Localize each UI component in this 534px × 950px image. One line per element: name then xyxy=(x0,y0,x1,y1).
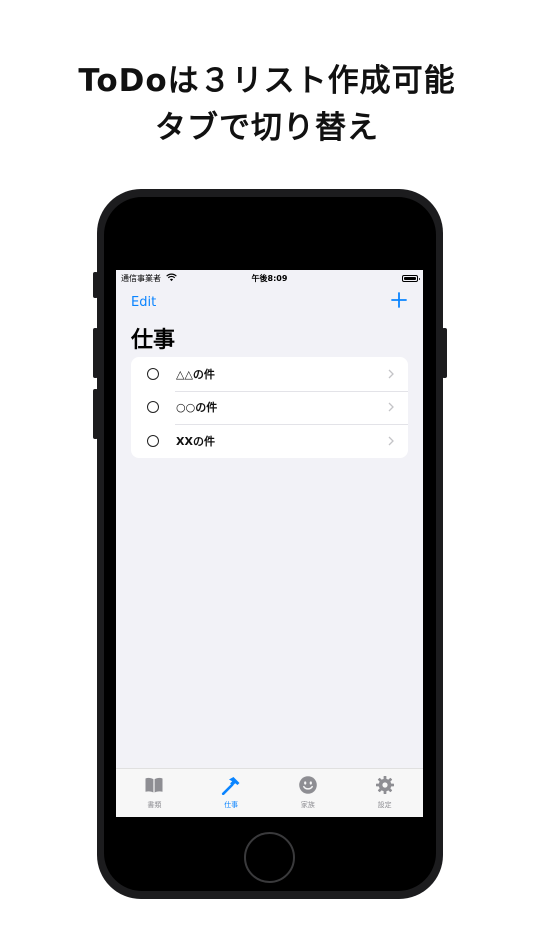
todo-row[interactable]: △△の件 xyxy=(131,357,408,391)
status-time: 午後8:09 xyxy=(251,274,288,283)
book-icon xyxy=(145,777,163,793)
app-screen: 通信事業者 午後8:09 Edit 仕事 △△の件 ○○の件 XXの件 書類 仕… xyxy=(116,270,423,817)
todo-label: ○○の件 xyxy=(176,401,218,415)
home-button[interactable] xyxy=(244,832,295,883)
headline-line-2: タブで切り替え xyxy=(155,110,379,146)
tab-family[interactable]: 家族 xyxy=(270,769,347,817)
todo-row[interactable]: ○○の件 xyxy=(131,390,408,425)
status-bar: 通信事業者 午後8:09 xyxy=(116,270,423,287)
tab-label: 家族 xyxy=(300,801,315,809)
chevron-right-icon xyxy=(388,369,394,379)
volume-down-button xyxy=(93,389,98,439)
tab-label: 書類 xyxy=(147,801,162,809)
smiley-icon xyxy=(299,776,317,794)
todo-row[interactable]: XXの件 xyxy=(131,424,408,458)
tab-work[interactable]: 仕事 xyxy=(193,769,270,817)
checkbox-circle-icon[interactable] xyxy=(147,401,159,414)
volume-up-button xyxy=(93,328,98,378)
todo-list: △△の件 ○○の件 XXの件 xyxy=(131,357,408,458)
tab-label: 仕事 xyxy=(224,801,239,809)
tab-label: 設定 xyxy=(377,801,392,809)
plus-icon[interactable] xyxy=(389,290,409,310)
todo-label: △△の件 xyxy=(176,367,215,381)
tab-settings[interactable]: 設定 xyxy=(346,769,423,817)
checkbox-circle-icon[interactable] xyxy=(147,367,159,380)
chevron-right-icon xyxy=(388,402,394,412)
page-title: 仕事 xyxy=(131,328,176,353)
power-button xyxy=(442,328,447,378)
mute-switch xyxy=(93,272,98,298)
edit-button[interactable]: Edit xyxy=(131,295,156,310)
todo-label: XXの件 xyxy=(176,434,215,448)
tab-bar: 書類 仕事 家族 設定 xyxy=(116,768,423,817)
checkbox-circle-icon[interactable] xyxy=(147,434,159,447)
gear-icon xyxy=(375,776,394,794)
battery-icon xyxy=(402,275,420,282)
headline-line-1: ToDoは３リスト作成可能 xyxy=(78,63,456,99)
tab-documents[interactable]: 書類 xyxy=(116,769,193,817)
hammer-icon xyxy=(222,777,240,795)
chevron-right-icon xyxy=(388,436,394,446)
